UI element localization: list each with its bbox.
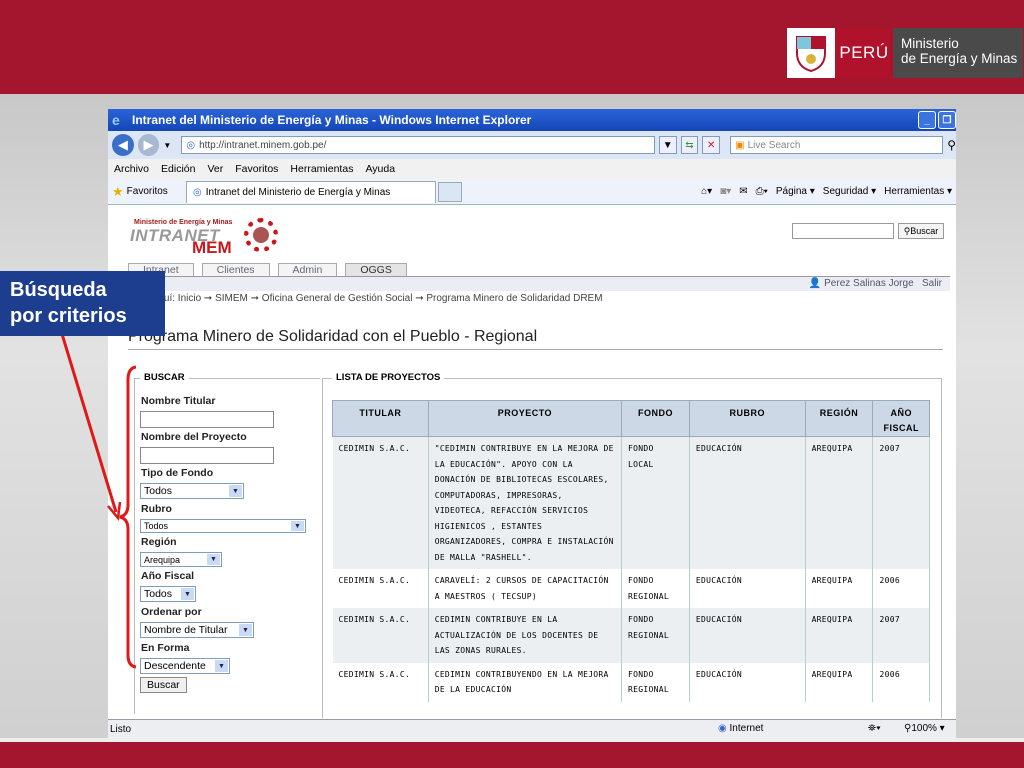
callout-line-2: por criterios	[10, 305, 127, 327]
callout-bracket	[60, 333, 137, 669]
callout-label: Búsqueda por criterios	[0, 271, 165, 336]
callout-line-1: Búsqueda	[10, 279, 107, 301]
